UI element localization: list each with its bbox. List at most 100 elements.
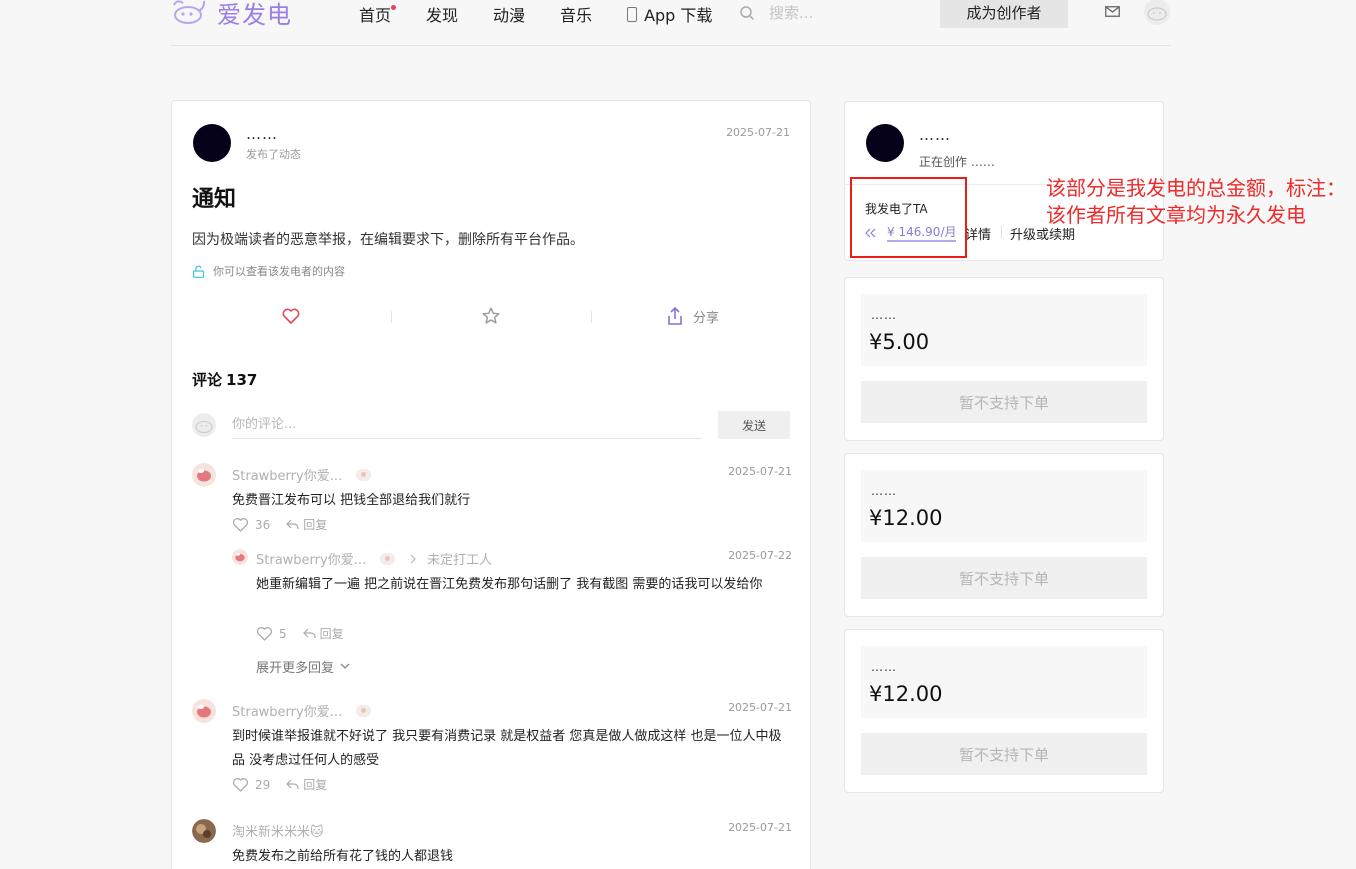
star-icon (482, 307, 500, 324)
tier-price: ¥5.00 (869, 330, 930, 354)
creator-avatar[interactable] (866, 124, 904, 162)
post-card: …… 发布了动态 2025-07-21 通知 因为极端读者的恶意举报，在编辑要求… (171, 100, 811, 869)
commenter-avatar[interactable] (192, 699, 216, 723)
rice-avatar-icon (192, 819, 216, 843)
nav-discover[interactable]: 发现 (426, 2, 458, 26)
post-content: 因为极端读者的恶意举报，在编辑要求下，删除所有平台作品。 (192, 232, 584, 248)
order-button[interactable]: 暂不支持下单 (861, 381, 1147, 423)
sponsor-detail-link[interactable]: 详情 (965, 224, 991, 243)
tier-info: …… ¥5.00 (861, 294, 1147, 366)
heart-outline-icon (256, 627, 273, 641)
logo-text: 爱发电 (217, 0, 292, 29)
commenter-name[interactable]: Strawberry你爱... (232, 465, 372, 484)
commenter-avatar[interactable] (232, 549, 248, 565)
commenter-name[interactable]: Strawberry你爱... (232, 701, 372, 720)
post-title: 通知 (192, 187, 237, 212)
commenter-name[interactable]: 淘米新米米米🐱 (232, 821, 324, 840)
heart-outline-icon (232, 778, 249, 792)
order-button[interactable]: 暂不支持下单 (861, 733, 1147, 775)
favorite-button[interactable] (392, 301, 590, 331)
search-icon (740, 6, 755, 21)
comment-meta: 36 回复 (232, 516, 327, 533)
comment-reply-button[interactable]: 回复 (286, 516, 327, 533)
search-box (739, 2, 889, 24)
tier-name: …… (871, 660, 897, 674)
comment-item: 淘米新米米米🐱 2025-07-21 免费发布之前给所有花了钱的人都退钱 (192, 819, 792, 869)
tier-price: ¥12.00 (869, 682, 943, 706)
creator-status: 正在创作 …… (919, 155, 995, 169)
tier-name: …… (871, 484, 897, 498)
tier-card: …… ¥12.00 暂不支持下单 (844, 453, 1164, 617)
commenter-avatar[interactable] (192, 819, 216, 843)
annotation-highlight-box (850, 177, 967, 258)
phone-icon (627, 6, 638, 22)
comment-like-button[interactable]: 29 (232, 777, 270, 792)
order-button[interactable]: 暂不支持下单 (861, 557, 1147, 599)
default-avatar-icon (1147, 7, 1167, 21)
share-button[interactable]: 分享 (592, 301, 792, 331)
comment-meta: 5 回复 (256, 625, 344, 642)
comment-date: 2025-07-21 (728, 701, 792, 714)
comment-item: Strawberry你爱... 2025-07-21 到时候谁举报谁就不好说了 … (192, 699, 792, 799)
default-avatar-icon (195, 420, 213, 434)
tier-name: …… (871, 308, 897, 322)
comment-date: 2025-07-22 (728, 549, 792, 562)
commenter-avatar[interactable] (192, 463, 216, 487)
share-label: 分享 (692, 310, 719, 326)
nav-app-download[interactable]: App 下载 (627, 2, 712, 26)
header-bar: 爱发电 首页 发现 动漫 音乐 App 下载 成为创作者 (171, 0, 1171, 46)
comment-text: 免费发布之前给所有花了钱的人都退钱 (232, 849, 454, 864)
nav-anime[interactable]: 动漫 (493, 2, 525, 26)
comment-reply-button[interactable]: 回复 (302, 625, 344, 642)
search-input[interactable] (769, 4, 889, 22)
divider (1001, 226, 1002, 238)
comment-like-button[interactable]: 5 (256, 626, 287, 641)
comment-input[interactable] (232, 411, 702, 439)
reply-icon (302, 628, 316, 638)
reply-to[interactable]: 未定打工人 (409, 549, 492, 568)
notification-dot (391, 5, 397, 10)
commenter-name[interactable]: Strawberry你爱... 未定打工人 (256, 549, 492, 568)
post-action-text: 发布了动态 (246, 148, 301, 161)
nav-music[interactable]: 音乐 (560, 2, 592, 26)
comment-reply-button[interactable]: 回复 (286, 776, 327, 793)
post-date: 2025-07-21 (726, 126, 790, 139)
comment-text: 到时候谁举报谁就不好说了 我只要有消费记录 就是权益者 您真是做人做成这样 也是… (232, 729, 782, 768)
tier-info: …… ¥12.00 (861, 646, 1147, 718)
top-header: 爱发电 首页 发现 动漫 音乐 App 下载 成为创作者 (0, 0, 1356, 46)
strawberry-avatar-icon (232, 549, 248, 565)
send-comment-button[interactable]: 发送 (718, 411, 790, 439)
comment-like-button[interactable]: 36 (232, 517, 270, 532)
author-name[interactable]: …… (246, 125, 278, 143)
unlock-icon (192, 265, 205, 278)
logo[interactable]: 爱发电 (171, 0, 292, 32)
comments-header: 评论 137 (192, 369, 257, 390)
my-avatar (192, 413, 216, 437)
heart-icon (282, 308, 300, 324)
reply-icon (286, 519, 299, 529)
comment-date: 2025-07-21 (728, 465, 792, 478)
nav-home[interactable]: 首页 (359, 2, 397, 26)
comment-item: Strawberry你爱... 2025-07-21 免费晋江发布可以 把钱全部… (192, 463, 792, 543)
user-avatar[interactable] (1144, 0, 1170, 25)
tier-info: …… ¥12.00 (861, 470, 1147, 542)
comment-text: 她重新编辑了一遍 把之前说在晋江免费发布那句话删了 我有截图 需要的话我可以发给… (256, 577, 763, 592)
expand-replies-button[interactable]: 展开更多回复 (256, 657, 350, 676)
user-badge-icon (380, 552, 396, 565)
comment-meta: 29 回复 (232, 776, 327, 793)
like-button[interactable] (192, 301, 390, 331)
reply-item: Strawberry你爱... 未定打工人 2025-07-22 她重新编辑了一… (232, 547, 792, 677)
comment-composer: 发送 (192, 411, 792, 441)
strawberry-avatar-icon (192, 699, 216, 723)
strawberry-avatar-icon (192, 463, 216, 487)
mail-icon[interactable] (1105, 6, 1120, 17)
logo-icon (173, 0, 206, 24)
become-creator-button[interactable]: 成为创作者 (940, 0, 1068, 28)
annotation-text: 该部分是我发电的总金额，标注：该作者所有文章均为永久发电 (1046, 176, 1346, 227)
creator-name[interactable]: …… (919, 126, 951, 144)
share-icon (668, 306, 682, 325)
heart-outline-icon (232, 518, 249, 532)
comments-label: 评论 (192, 371, 223, 389)
chevron-right-icon (410, 554, 416, 563)
author-avatar[interactable] (193, 124, 231, 162)
